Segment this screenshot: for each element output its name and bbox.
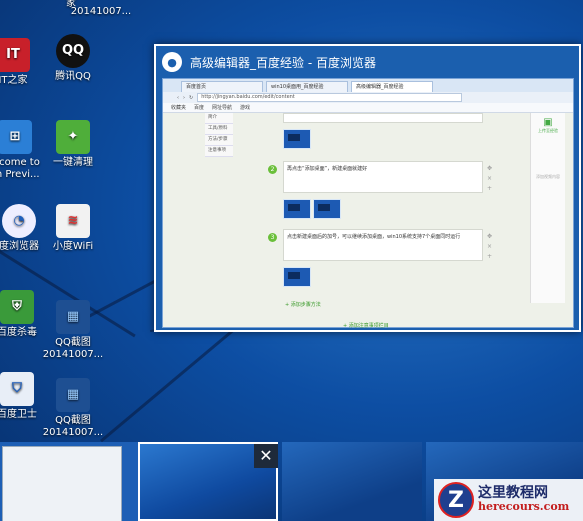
step-number: 2 xyxy=(268,165,277,174)
desktop-icon-label: QQ截图 xyxy=(55,337,91,348)
watermark-logo: Z xyxy=(438,482,474,518)
guard-shield-icon: ⛉ xyxy=(0,372,34,406)
desktop-icon-label: 腾讯QQ xyxy=(55,71,91,82)
refresh-icon[interactable]: ↻ xyxy=(189,95,193,101)
back-icon[interactable]: ‹ xyxy=(177,95,179,101)
step-text-box[interactable]: 再点击“添加桌面”，新建桌面就建好 xyxy=(283,161,483,193)
url-field[interactable]: http://jingyan.baidu.com/edit/content xyxy=(197,93,463,102)
step-text: 点击新建桌面后的加号，可以继续添加桌面，win10系统支持7个桌面同时运行 xyxy=(287,234,461,240)
right-panel: ▣ 上传至经验 添加视频内容 xyxy=(530,113,565,303)
window-title: 高级编辑器_百度经验 - 百度浏览器 xyxy=(190,55,376,70)
desktop-icon-cleanup[interactable]: ✦ 一键清理 xyxy=(30,120,116,169)
screenshot-thumbnail-icon: ▦ xyxy=(56,300,90,334)
step-text-box[interactable]: 点击新建桌面后的加号，可以继续添加桌面，win10系统支持7个桌面同时运行 xyxy=(283,229,483,261)
desktop-icon-wifi[interactable]: ≋ 小度WiFi xyxy=(30,204,116,253)
step-image-thumb[interactable] xyxy=(283,199,311,219)
upload-label: 上传至经验 xyxy=(538,128,558,133)
video-label: 添加视频内容 xyxy=(536,174,560,179)
desktop-icon-label: ch Previ... xyxy=(0,169,40,180)
desktop-icon-label: 一键清理 xyxy=(53,157,93,168)
outline-item[interactable]: 简介 xyxy=(205,113,233,124)
move-icon[interactable]: ✥ xyxy=(487,165,492,172)
desktop-icon-qq-screenshot-1[interactable]: ▦ QQ截图 20141007... xyxy=(30,300,116,361)
desktop-icon-label: 20141007... xyxy=(42,427,104,438)
desktop-icon-top-cut2[interactable]: 20141007... xyxy=(58,6,144,18)
favorite-item[interactable]: 收藏夹 xyxy=(171,104,186,111)
favorites-bar: 收藏夹 百度 网址导航 游戏 xyxy=(163,103,573,113)
browser-content: 百度首页 win10桌面用_百度经验 高级编辑器_百度经验 ‹ › ↻ http… xyxy=(162,78,574,329)
desktop-icon-label: 20141007... xyxy=(70,6,132,17)
add-icon[interactable]: + xyxy=(487,253,492,260)
browser-tab[interactable]: win10桌面用_百度经验 xyxy=(266,81,348,92)
page-content: 简介 工具/原料 方法/步骤 注意事项 2 再点击“添加桌面”，新建桌面就建好 … xyxy=(163,113,573,329)
close-desktop-button[interactable]: ✕ xyxy=(254,444,278,468)
article-outline: 简介 工具/原料 方法/步骤 注意事项 xyxy=(205,113,233,157)
watermark-text: 这里教程网 herecours.com xyxy=(478,486,569,514)
add-step-link[interactable]: + 添加步骤方法 xyxy=(285,301,321,308)
delete-icon[interactable]: × xyxy=(487,175,492,182)
watermark-title: 这里教程网 xyxy=(478,485,548,501)
qq-penguin-icon: QQ xyxy=(56,34,90,68)
desktop-icon-label: 小度WiFi xyxy=(52,241,94,252)
move-icon[interactable]: ✥ xyxy=(487,233,492,240)
task-view-window-preview[interactable]: ● 高级编辑器_百度经验 - 百度浏览器 百度首页 win10桌面用_百度经验 … xyxy=(154,44,581,332)
desktop-icon-qq[interactable]: QQ 腾讯QQ xyxy=(30,34,116,83)
upload-icon[interactable]: ▣ xyxy=(531,117,565,128)
address-bar-row: ‹ › ↻ http://jingyan.baidu.com/edit/cont… xyxy=(163,92,573,103)
outline-item[interactable]: 工具/原料 xyxy=(205,124,233,135)
desktop-icon-label: QQ截图 xyxy=(55,415,91,426)
add-section-link[interactable]: + 添加注意事项栏目 xyxy=(343,322,389,329)
site-watermark: Z 这里教程网 herecours.com xyxy=(434,479,583,521)
browser-tab-strip: 百度首页 win10桌面用_百度经验 高级编辑器_百度经验 xyxy=(163,79,573,92)
step-editor: 2 再点击“添加桌面”，新建桌面就建好 3 点击新建桌面后的加号，可以继续添加桌… xyxy=(268,113,492,329)
desktop-icon-label: 20141007... xyxy=(42,349,104,360)
baidu-browser-icon: ● xyxy=(162,52,182,72)
ithome-icon: IT xyxy=(0,38,30,72)
browser-tab-active[interactable]: 高级编辑器_百度经验 xyxy=(351,81,433,92)
screenshot-thumbnail-icon: ▦ xyxy=(56,378,90,412)
outline-item[interactable]: 注意事项 xyxy=(205,146,233,157)
favorite-item[interactable]: 网址导航 xyxy=(212,104,232,111)
step-box-previous[interactable] xyxy=(283,113,483,123)
desktop-icon-qq-screenshot-2[interactable]: ▦ QQ截图 20141007... xyxy=(30,378,116,439)
add-icon[interactable]: + xyxy=(487,185,492,192)
step-image-thumb[interactable] xyxy=(283,267,311,287)
preview-title-bar: ● 高级编辑器_百度经验 - 百度浏览器 xyxy=(156,46,579,78)
delete-icon[interactable]: × xyxy=(487,243,492,250)
virtual-desktop-thumb-1[interactable] xyxy=(0,442,140,521)
favorite-item[interactable]: 百度 xyxy=(194,104,204,111)
wifi-icon: ≋ xyxy=(56,204,90,238)
shield-icon: ⛨ xyxy=(0,290,34,324)
broom-icon: ✦ xyxy=(56,120,90,154)
thumb-window xyxy=(2,446,122,521)
forward-icon[interactable]: › xyxy=(183,95,185,101)
browser-tab[interactable]: 百度首页 xyxy=(181,81,263,92)
windows-logo-icon: ⊞ xyxy=(0,120,32,154)
step-image-thumb[interactable] xyxy=(313,199,341,219)
virtual-desktop-thumb-3[interactable] xyxy=(282,442,422,521)
step-text: 再点击“添加桌面”，新建桌面就建好 xyxy=(287,166,368,172)
favorite-item[interactable]: 游戏 xyxy=(240,104,250,111)
outline-item[interactable]: 方法/步骤 xyxy=(205,135,233,146)
step-image-thumb[interactable] xyxy=(283,129,311,149)
watermark-subtitle: herecours.com xyxy=(478,500,570,513)
step-number: 3 xyxy=(268,233,277,242)
